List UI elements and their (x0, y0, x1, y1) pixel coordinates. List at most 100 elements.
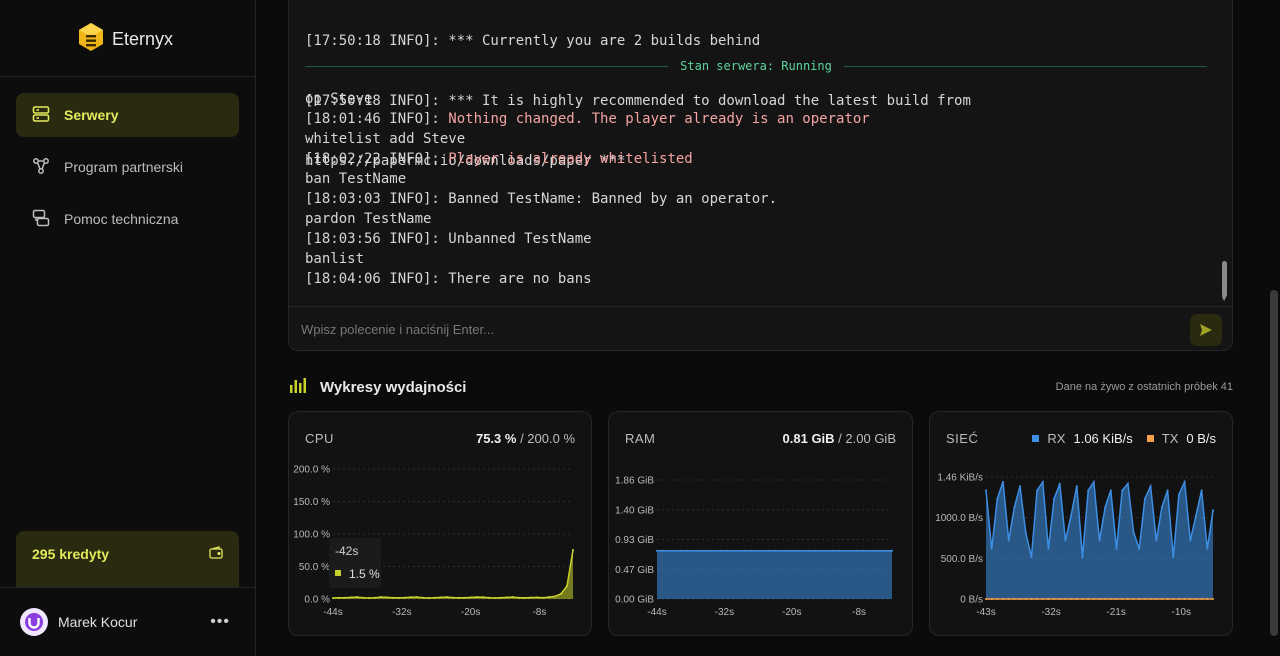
rx-point (1002, 481, 1005, 484)
tx-point (1041, 598, 1044, 600)
command-input[interactable] (301, 322, 1190, 337)
x-tick-label: -20s (782, 607, 801, 618)
scroll-down-icon[interactable]: ▼ (1220, 294, 1228, 303)
y-tick-label: 1000.0 B/s (935, 513, 983, 524)
rx-point (1126, 482, 1129, 485)
ram-point (879, 549, 882, 552)
ram-point (656, 549, 658, 552)
cpu-point (380, 596, 382, 599)
ram-point (885, 549, 888, 552)
y-tick-label: 150.0 % (293, 497, 330, 508)
ram-point (708, 549, 711, 552)
y-tick-label: 0.00 GiB (615, 595, 654, 606)
rx-point (1064, 539, 1067, 542)
rx-point (1081, 556, 1084, 559)
console-line: ban TestName (305, 171, 407, 187)
tx-point (1132, 598, 1135, 600)
cpu-point (476, 596, 478, 599)
ram-point (832, 549, 835, 552)
sidebar-item-label: Program partnerski (64, 159, 184, 175)
tx-point (1189, 598, 1192, 600)
rx-point (1092, 481, 1095, 484)
tx-point (990, 598, 993, 600)
rx-point (1132, 531, 1135, 534)
console-line: [17:50:18 INFO]: *** Currently you are 2… (305, 33, 761, 49)
x-tick-label: -8s (532, 607, 546, 618)
tx-point (1149, 598, 1152, 600)
cpu-point (566, 585, 568, 587)
cpu-point (572, 549, 574, 552)
rx-point (1155, 539, 1158, 542)
tx-point (1172, 598, 1175, 600)
cpu-point (494, 597, 496, 600)
ram-point (808, 549, 811, 552)
sidebar-item-support[interactable]: Pomoc techniczna (16, 197, 239, 241)
cpu-point (470, 596, 472, 599)
sidebar-item-servers[interactable]: Serwery (16, 93, 239, 137)
wallet-icon[interactable] (209, 546, 223, 572)
console-line: [18:03:56 INFO]: Unbanned TestName (305, 231, 592, 247)
send-icon (1200, 323, 1212, 336)
network-chart[interactable]: 0 B/s 500.0 B/s 1000.0 B/s 1.46 KiB/s -43s -3… (930, 412, 1234, 637)
ram-point (820, 549, 823, 552)
send-button[interactable] (1190, 313, 1222, 346)
tx-point (1206, 598, 1209, 600)
rx-point (1109, 489, 1112, 492)
page-scrollbar[interactable] (1270, 290, 1278, 636)
user-menu[interactable]: Marek Kocur ••• (20, 607, 230, 637)
rx-point (1098, 539, 1101, 542)
console-line: [18:03:03 INFO]: Banned TestName: Banned… (305, 191, 778, 207)
rx-point (1121, 489, 1124, 492)
console-scrollbar[interactable] (1222, 261, 1227, 297)
ram-point (861, 549, 864, 552)
sidebar-item-partner-program[interactable]: Program partnerski (16, 145, 239, 189)
x-tick-label: -44s (323, 607, 342, 618)
ram-point (714, 549, 717, 552)
rx-point (1075, 485, 1078, 488)
ram-point (891, 549, 893, 552)
brand[interactable]: Eternyx (78, 22, 173, 57)
user-name: Marek Kocur (58, 614, 138, 630)
rx-point (1160, 506, 1163, 509)
x-tick-label: -20s (461, 607, 480, 618)
logo-icon (78, 22, 104, 57)
chat-support-icon (32, 209, 50, 230)
rx-point (1143, 497, 1146, 500)
x-tick-label: -32s (1041, 607, 1060, 618)
more-options-icon[interactable]: ••• (210, 613, 230, 631)
cpu-point (362, 596, 364, 599)
rx-point (1206, 547, 1209, 550)
cpu-point (554, 595, 556, 598)
console-line: [18:01:46 INFO]: Nothing changed. The pl… (305, 111, 870, 127)
tx-point (1019, 598, 1022, 600)
cpu-point (458, 596, 460, 599)
ram-chart[interactable]: 0.00 GiB 0.47 GiB 0.93 GiB 1.40 GiB 1.86 GiB… (609, 412, 914, 637)
cpu-point (434, 596, 436, 599)
x-tick-label: -43s (976, 607, 995, 618)
cpu-point (440, 596, 442, 599)
ram-point (667, 549, 670, 552)
cpu-point (530, 596, 532, 599)
tx-point (1115, 598, 1118, 600)
cpu-point (422, 596, 424, 599)
ram-point (691, 549, 694, 552)
tx-point (1155, 598, 1158, 600)
rx-point (1070, 514, 1073, 517)
tx-point (1121, 598, 1124, 600)
tx-point (996, 598, 999, 600)
cpu-chart[interactable]: 0.0 % 50.0 % 100.0 % 150.0 % 200.0 % -44s -32s… (289, 412, 593, 637)
tooltip-time: -42s (335, 544, 358, 558)
tooltip-value: 1.5 % (349, 567, 380, 581)
credits-panel[interactable]: 295 kredyty (16, 531, 239, 587)
ram-point (744, 549, 747, 552)
ram-point (673, 549, 676, 552)
ram-point (855, 549, 858, 552)
cpu-point (464, 596, 466, 599)
cpu-point (428, 597, 430, 600)
tx-point (1160, 598, 1163, 600)
cpu-point (404, 596, 406, 599)
ram-chart-card: RAM 0.81 GiB / 2.00 GiB 0.00 GiB 0.47 GiB… (608, 411, 913, 636)
y-tick-label: 0 B/s (960, 595, 983, 606)
tx-point (1081, 598, 1084, 600)
rx-point (1189, 539, 1192, 542)
